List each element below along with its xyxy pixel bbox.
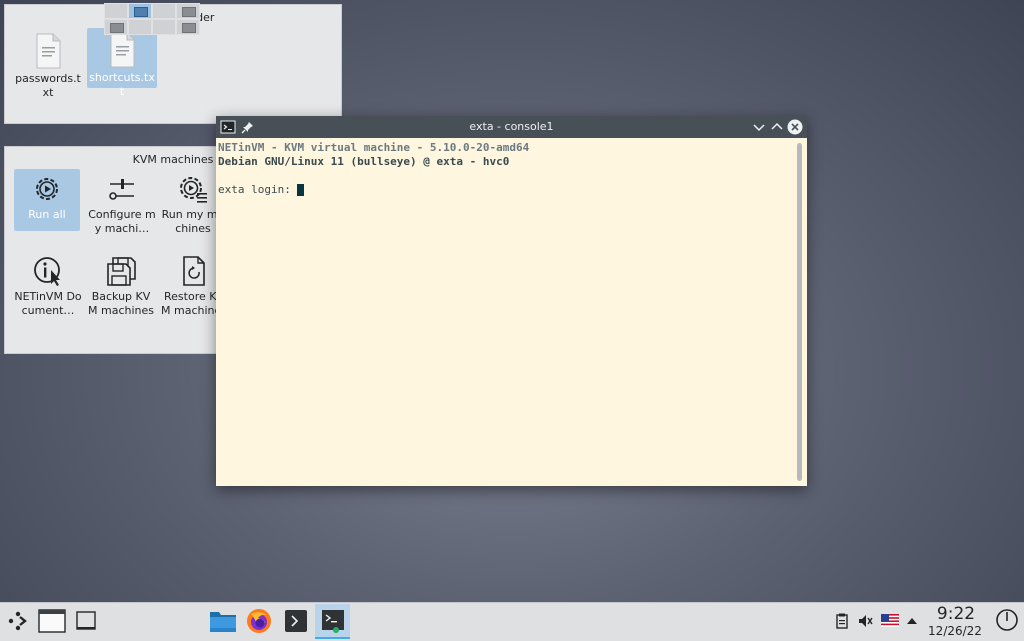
desktop-4[interactable] — [176, 3, 200, 19]
task-terminal-console1[interactable] — [315, 604, 350, 639]
power-icon[interactable] — [994, 607, 1020, 633]
clock-date[interactable]: 12/26/22 — [922, 624, 988, 638]
desktop-6[interactable] — [128, 19, 152, 35]
window-title: exta - console1 — [469, 120, 554, 133]
desktop-1[interactable] — [104, 3, 128, 19]
text-cursor — [297, 184, 305, 196]
text-file-icon — [110, 32, 135, 68]
launcher-backup-kvm-machines[interactable]: Backup KVM machines — [86, 251, 156, 327]
kvm-folder-title: KVM machines — [132, 153, 214, 166]
minimize-icon[interactable] — [751, 119, 767, 135]
terminal-login-line[interactable]: exta login: — [218, 183, 791, 197]
firefox-icon[interactable] — [246, 608, 272, 634]
login-prompt: exta login: — [218, 183, 298, 196]
launcher-label: NETinVM Document… — [14, 290, 82, 317]
clipboard-icon[interactable] — [835, 613, 849, 629]
file-manager-icon[interactable] — [209, 608, 237, 634]
launcher-run-all[interactable]: Run all — [14, 169, 80, 231]
launcher-label: Configure my machi… — [88, 208, 156, 235]
window-thumbnail — [110, 23, 124, 33]
terminal-output[interactable]: NETinVM - KVM virtual machine - 5.10.0-2… — [216, 138, 793, 486]
file-passwords-txt[interactable]: passwords.txt — [13, 29, 83, 103]
window-thumbnail — [134, 7, 148, 17]
gear-play-icon — [36, 178, 58, 200]
scrollbar-thumb[interactable] — [797, 143, 802, 481]
terminal-line: Debian GNU/Linux 11 (bullseye) @ exta - … — [218, 155, 510, 168]
keyboard-layout-us-flag-icon[interactable] — [881, 614, 899, 627]
terminal-line: NETinVM - KVM virtual machine - 5.10.0-2… — [218, 141, 530, 154]
close-icon[interactable] — [787, 119, 803, 135]
konsole-icon[interactable] — [284, 609, 308, 633]
window-thumbnail — [182, 23, 196, 33]
application-launcher-icon[interactable] — [7, 610, 29, 632]
floppy-icon — [107, 257, 136, 286]
document-restore-icon — [183, 256, 205, 286]
launcher-netinvm-documentation[interactable]: NETinVM Document… — [13, 251, 83, 327]
launcher-label: Run all — [28, 208, 66, 221]
desktop-3[interactable] — [152, 3, 176, 19]
kvm-machines-widget: KVM machines Run all Configure my machi…… — [4, 146, 232, 354]
file-label: passwords.txt — [15, 72, 81, 99]
volume-muted-icon[interactable] — [857, 613, 873, 629]
desktop-8[interactable] — [176, 19, 200, 35]
maximize-icon[interactable] — [769, 119, 785, 135]
virtual-desktop-pager[interactable] — [104, 3, 200, 35]
info-icon — [34, 257, 60, 286]
text-file-icon — [36, 33, 61, 69]
terminal-scrollbar[interactable] — [793, 138, 807, 486]
terminal-task-icon — [322, 610, 344, 633]
desktop-7[interactable] — [152, 19, 176, 35]
launcher-configure-machines[interactable]: Configure my machi… — [87, 169, 157, 245]
file-label: shortcuts.txt — [89, 71, 155, 98]
desktop-5[interactable] — [104, 19, 128, 35]
show-desktop-icon[interactable] — [38, 609, 66, 633]
file-shortcuts-txt[interactable]: shortcuts.txt — [87, 28, 157, 98]
show-hidden-icons-arrow-icon[interactable] — [906, 616, 918, 626]
desktop-2[interactable] — [128, 3, 152, 19]
window-titlebar[interactable]: exta - console1 — [216, 116, 807, 138]
window-thumbnail — [182, 7, 196, 17]
clock-time[interactable]: 9:22 — [930, 604, 982, 624]
gear-list-icon — [180, 177, 207, 203]
minimize-all-icon[interactable] — [75, 610, 97, 632]
launcher-label: Backup KVM machines — [88, 290, 154, 317]
sliders-icon — [109, 179, 134, 200]
terminal-window[interactable]: exta - console1 NETinVM - KVM virtual ma… — [216, 116, 807, 486]
